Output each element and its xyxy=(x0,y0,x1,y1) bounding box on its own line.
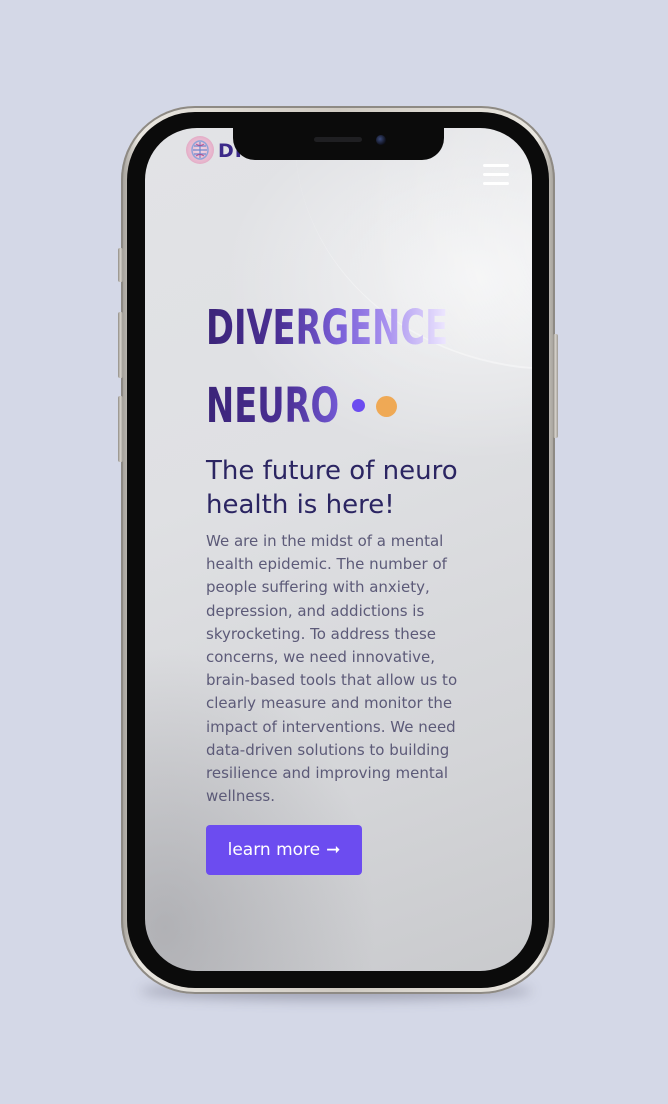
menu-bar-middle xyxy=(483,173,509,176)
menu-bar-top xyxy=(483,164,509,167)
hero-title-line2: NEURO xyxy=(206,378,340,434)
power-button xyxy=(553,334,558,438)
volume-up-button xyxy=(118,312,123,378)
phone-notch xyxy=(233,128,444,160)
learn-more-button[interactable]: learn more ➞ xyxy=(206,825,362,875)
learn-more-label: learn more xyxy=(227,840,321,860)
earpiece-speaker xyxy=(314,137,362,142)
arrow-right-icon: ➞ xyxy=(326,839,341,860)
purple-dot-decoration xyxy=(352,399,365,412)
orange-dot-decoration xyxy=(376,396,397,417)
hero-title-line1: DIVERGENCE xyxy=(206,300,449,356)
front-camera xyxy=(376,135,386,145)
hero-subtitle: The future of neuro health is here! xyxy=(206,456,458,520)
menu-bar-bottom xyxy=(483,182,509,185)
mockup-stage: DI DIVERGENCE NEURO The future of neuro … xyxy=(0,0,668,1104)
hamburger-menu-icon[interactable] xyxy=(480,160,512,190)
hero-body-text: We are in the midst of a mental health e… xyxy=(206,532,458,806)
volume-down-button xyxy=(118,396,123,462)
brain-logo-icon[interactable] xyxy=(186,136,214,164)
mute-switch xyxy=(118,248,123,282)
